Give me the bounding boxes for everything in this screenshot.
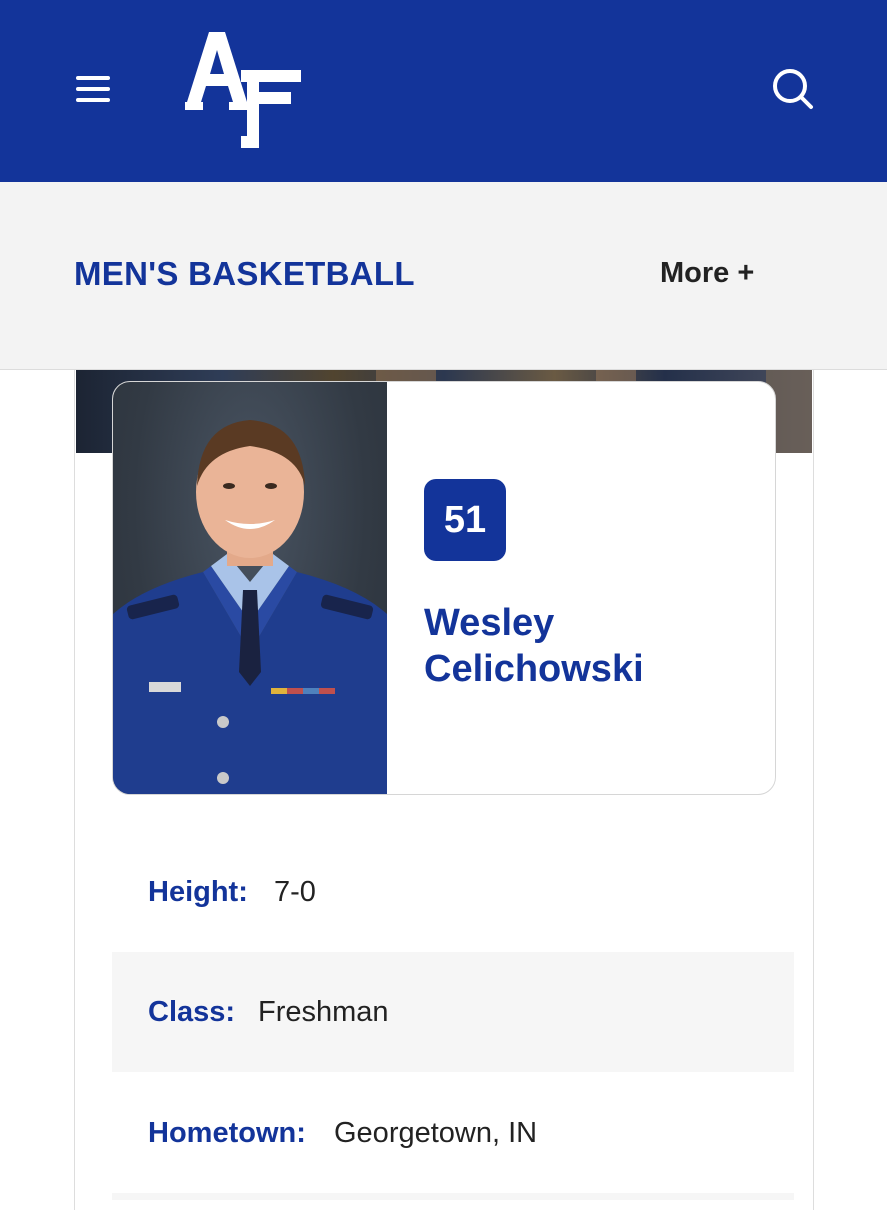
bio-row-height: Height: 7-0 <box>112 832 794 952</box>
bio-label: Hometown: <box>148 1116 306 1149</box>
bio-label: Height: <box>148 875 248 908</box>
search-icon[interactable] <box>770 66 816 112</box>
jersey-number-badge: 51 <box>424 479 506 561</box>
bio-row-hometown: Hometown: Georgetown, IN <box>112 1073 794 1193</box>
player-first-name: Wesley <box>424 602 555 644</box>
af-logo[interactable] <box>185 30 305 148</box>
bio-value: Georgetown, IN <box>334 1116 538 1149</box>
top-header <box>0 0 887 182</box>
bio-row-partial <box>112 1193 794 1200</box>
bio-value: 7-0 <box>274 875 316 908</box>
player-card <box>112 381 776 795</box>
sport-title[interactable]: MEN'S BASKETBALL <box>74 255 415 293</box>
bio-label: Class: <box>148 995 236 1028</box>
more-menu-button[interactable]: More + <box>660 257 754 290</box>
bio-value: Freshman <box>258 995 389 1028</box>
bio-row-class: Class: Freshman <box>112 952 794 1072</box>
hamburger-menu-icon[interactable] <box>76 74 112 104</box>
player-last-name: Celichowski <box>424 648 644 690</box>
player-name: Wesley Celichowski <box>424 600 744 692</box>
player-headshot <box>113 382 387 794</box>
